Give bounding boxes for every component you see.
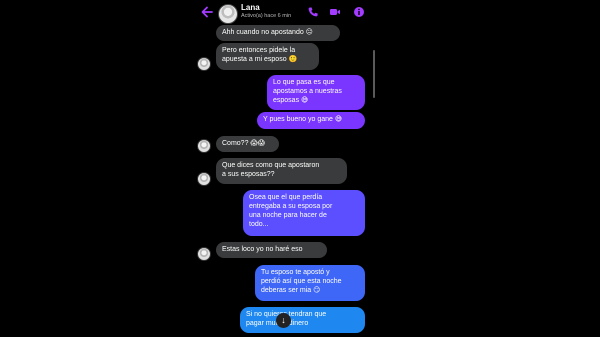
message-bubble-outgoing[interactable]: Tu esposo te apostó y perdió así que est… [255,265,365,301]
scroll-to-bottom-button[interactable]: ↓ [276,313,291,328]
message-avatar[interactable] [197,247,211,261]
message-bubble-incoming[interactable]: Pero entonces pidele la apuesta a mi esp… [216,43,319,70]
arrow-down-icon: ↓ [281,315,286,325]
message-bubble-incoming[interactable]: Ahh cuando no apostando 😑 [216,25,340,41]
message-bubble-incoming[interactable]: Estas loco yo no haré eso [216,242,327,258]
info-icon[interactable] [353,6,365,18]
video-camera-icon[interactable] [329,6,341,18]
phone-icon[interactable] [307,6,319,18]
message-bubble-outgoing[interactable]: Y pues bueno yo gane 😅 [257,112,365,129]
message-bubble-outgoing[interactable]: Si no quieres tendran que pagar mucho di… [240,307,365,333]
scrollbar[interactable] [373,50,375,98]
message-bubble-outgoing[interactable]: Osea que el que perdía entregaba a su es… [243,190,365,236]
message-bubble-incoming[interactable]: Como?? 😱😱 [216,136,279,152]
contact-avatar[interactable] [218,4,238,24]
message-bubble-incoming[interactable]: Que dices como que apostaron a sus espos… [216,158,347,184]
contact-name[interactable]: Lana [241,3,260,12]
back-arrow-icon[interactable] [200,5,214,19]
message-avatar[interactable] [197,57,211,71]
chat-screen: Lana Activo(a) hace 6 min Ahh cuando no … [189,0,375,337]
message-avatar[interactable] [197,139,211,153]
message-bubble-outgoing[interactable]: Lo que pasa es que apostamos a nuestras … [267,75,365,110]
contact-status: Activo(a) hace 6 min [241,13,292,19]
message-avatar[interactable] [197,172,211,186]
chat-header: Lana Activo(a) hace 6 min [189,0,375,26]
